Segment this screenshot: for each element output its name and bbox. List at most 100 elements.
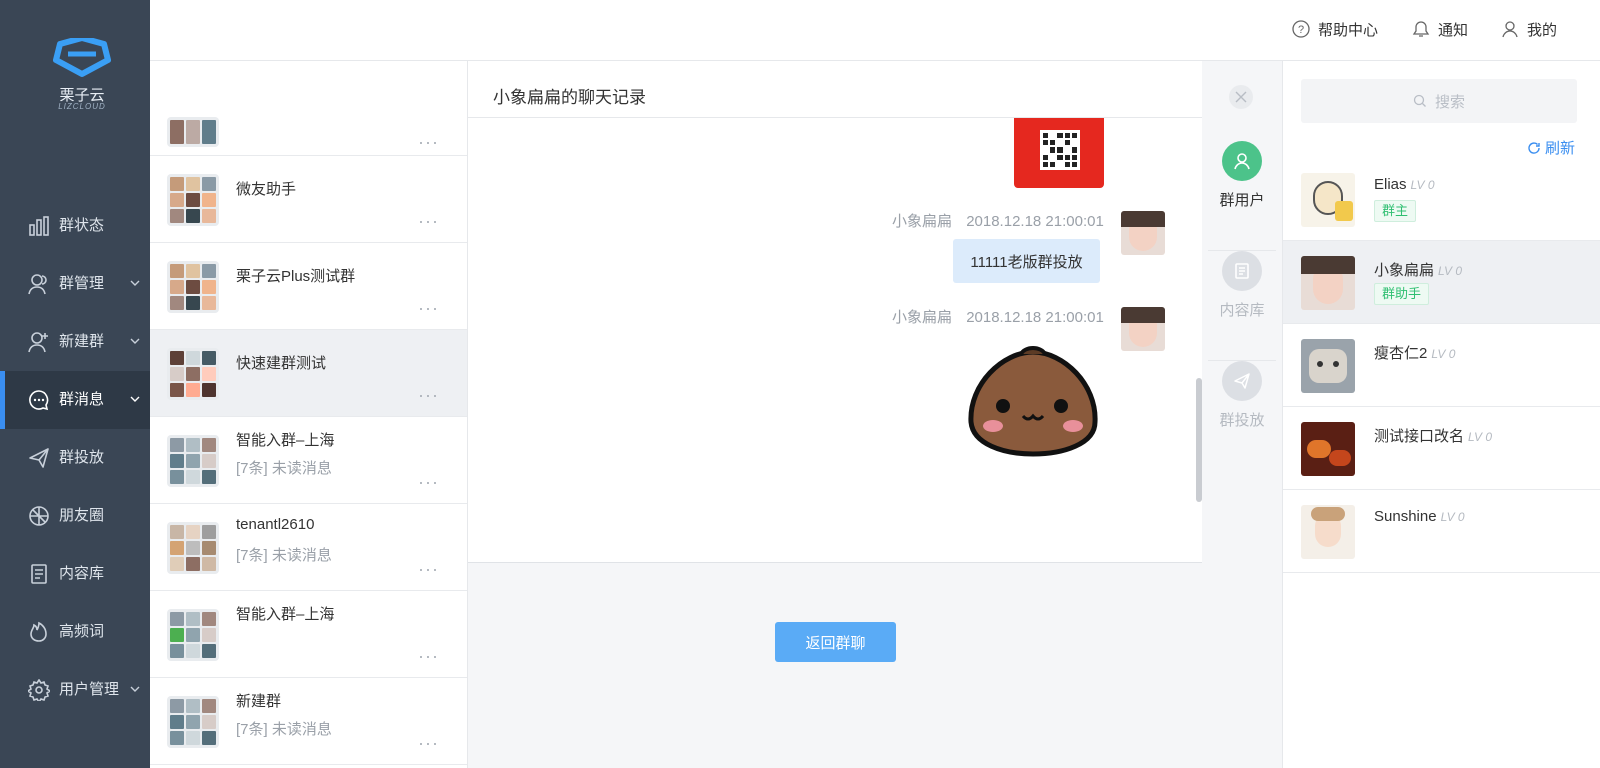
more-options-icon[interactable]: ··· bbox=[418, 647, 439, 665]
message-sender: 小象扁扁 bbox=[892, 213, 953, 230]
more-options-icon[interactable]: ··· bbox=[418, 299, 439, 317]
group-name: 栗子云Plus测试群 bbox=[236, 268, 356, 285]
chevron-down-icon bbox=[130, 686, 140, 692]
list-item[interactable]: 微友助手 ··· bbox=[150, 156, 467, 243]
tool-column: 群用户 内容库 群投放 bbox=[1202, 61, 1282, 768]
sidebar-item-hot-words[interactable]: 高频词 bbox=[0, 603, 150, 661]
group-avatar bbox=[167, 522, 219, 574]
help-center-label: 帮助中心 bbox=[1318, 21, 1379, 39]
group-name: 智能入群–上海 bbox=[236, 432, 335, 449]
more-options-icon[interactable]: ··· bbox=[418, 212, 439, 230]
role-badge: 群助手 bbox=[1374, 283, 1430, 305]
user-group-icon bbox=[28, 274, 47, 295]
more-options-icon[interactable]: ··· bbox=[418, 734, 439, 752]
user-icon bbox=[1222, 141, 1262, 181]
role-badge: 群主 bbox=[1374, 200, 1417, 222]
tool-content-library[interactable]: 内容库 bbox=[1208, 251, 1276, 361]
member-row[interactable]: Elias LV 0 群主 bbox=[1283, 158, 1600, 241]
more-options-icon[interactable]: ··· bbox=[418, 560, 439, 578]
qr-poster-image[interactable] bbox=[1014, 118, 1104, 188]
close-icon bbox=[1235, 91, 1247, 103]
member-name: 小象扁扁 LV 0 bbox=[1374, 259, 1462, 280]
tool-label: 群投放 bbox=[1219, 412, 1265, 429]
tool-group-users[interactable]: 群用户 bbox=[1208, 141, 1276, 251]
my-account-link[interactable]: 我的 bbox=[1501, 18, 1557, 40]
member-level: LV 0 bbox=[1431, 347, 1456, 361]
more-options-icon[interactable]: ··· bbox=[418, 473, 439, 491]
logo-icon bbox=[53, 35, 111, 77]
member-search-input[interactable]: 搜索 bbox=[1301, 79, 1577, 123]
refresh-button[interactable]: 刷新 bbox=[1527, 137, 1575, 158]
unread-count: [7条] 未读消息 bbox=[236, 460, 332, 477]
more-options-icon[interactable]: ··· bbox=[418, 386, 439, 404]
group-avatar bbox=[167, 117, 219, 147]
message-time: 2018.12.18 21:00:01 bbox=[966, 213, 1104, 230]
gear-icon bbox=[28, 679, 50, 701]
bell-icon bbox=[1412, 21, 1430, 37]
sidebar: 栗子云 LIZCLOUD 群状态 群管理 新建群 群消息 群投放 朋友圈 内容库… bbox=[0, 0, 150, 768]
list-item[interactable]: 快速建群测试 ··· bbox=[150, 330, 467, 417]
sidebar-item-label: 群状态 bbox=[59, 217, 105, 234]
group-avatar bbox=[167, 261, 219, 313]
group-avatar bbox=[167, 348, 219, 400]
sidebar-item-new-group[interactable]: 新建群 bbox=[0, 313, 150, 371]
sidebar-item-label: 用户管理 bbox=[59, 681, 120, 698]
svg-text:?: ? bbox=[1298, 24, 1304, 36]
sidebar-item-moments[interactable]: 朋友圈 bbox=[0, 487, 150, 545]
sidebar-item-group-status[interactable]: 群状态 bbox=[0, 197, 150, 255]
sidebar-item-user-manage[interactable]: 用户管理 bbox=[0, 661, 150, 719]
member-row[interactable]: 测试接口改名 LV 0 bbox=[1283, 407, 1600, 490]
sidebar-item-content-library[interactable]: 内容库 bbox=[0, 545, 150, 603]
message-meta: 小象扁扁 2018.12.18 21:00:01 bbox=[892, 210, 1104, 231]
member-name: 瘦杏仁2 LV 0 bbox=[1374, 342, 1455, 363]
chat-title: 小象扁扁的聊天记录 bbox=[493, 88, 646, 107]
list-item[interactable]: tenantl2610 [7条] 未读消息 ··· bbox=[150, 504, 467, 591]
more-options-icon[interactable]: ··· bbox=[418, 133, 439, 151]
brand-sub: LIZCLOUD bbox=[58, 102, 106, 111]
group-avatar bbox=[167, 609, 219, 661]
avatar bbox=[1301, 339, 1355, 393]
chestnut-sticker-image[interactable] bbox=[963, 334, 1103, 472]
chevron-down-icon bbox=[130, 396, 140, 402]
chat-bubble-icon bbox=[29, 390, 49, 411]
notification-label: 通知 bbox=[1438, 21, 1469, 39]
message-bubble[interactable]: 11111老版群投放 bbox=[953, 239, 1100, 283]
aperture-icon bbox=[29, 506, 49, 526]
member-level: LV 0 bbox=[1438, 264, 1463, 278]
bar-chart-icon bbox=[29, 216, 49, 236]
list-item[interactable]: 栗子云Plus测试群 ··· bbox=[150, 243, 467, 330]
unread-count: [7条] 未读消息 bbox=[236, 721, 332, 738]
list-item[interactable]: ··· bbox=[150, 67, 467, 156]
refresh-label: 刷新 bbox=[1545, 140, 1576, 157]
group-name: 新建群 bbox=[236, 693, 282, 710]
sidebar-item-group-broadcast[interactable]: 群投放 bbox=[0, 429, 150, 487]
help-center-link[interactable]: ? 帮助中心 bbox=[1292, 18, 1378, 40]
brand-logo[interactable]: 栗子云 LIZCLOUD bbox=[50, 35, 114, 114]
document-icon bbox=[31, 564, 47, 584]
member-row[interactable]: 瘦杏仁2 LV 0 bbox=[1283, 324, 1600, 407]
search-icon bbox=[1413, 94, 1426, 107]
chat-header: 小象扁扁的聊天记录 bbox=[468, 61, 1202, 118]
list-item[interactable]: 智能入群–上海 [7条] 未读消息 ··· bbox=[150, 417, 467, 504]
chevron-down-icon bbox=[130, 280, 140, 286]
chat-history[interactable]: 小象扁扁 2018.12.18 21:00:01 11111老版群投放 小象扁扁… bbox=[468, 118, 1202, 563]
sidebar-item-group-manage[interactable]: 群管理 bbox=[0, 255, 150, 313]
qr-code-icon bbox=[1040, 130, 1080, 170]
group-avatar bbox=[167, 174, 219, 226]
member-row[interactable]: Sunshine LV 0 bbox=[1283, 490, 1600, 573]
back-to-group-chat-button[interactable]: 返回群聊 bbox=[775, 622, 896, 662]
notification-link[interactable]: 通知 bbox=[1412, 18, 1468, 40]
sidebar-item-label: 新建群 bbox=[59, 333, 105, 350]
member-row[interactable]: 小象扁扁 LV 0 群助手 bbox=[1283, 241, 1600, 324]
tool-broadcast[interactable]: 群投放 bbox=[1208, 361, 1276, 471]
member-panel: 搜索 刷新 Elias LV 0 群主 小象扁扁 LV 0 群助手 瘦杏仁2 LV 0 bbox=[1282, 61, 1600, 768]
list-item[interactable]: 新建群 [7条] 未读消息 ··· bbox=[150, 678, 467, 765]
avatar[interactable] bbox=[1121, 211, 1165, 255]
member-name: 测试接口改名 LV 0 bbox=[1374, 425, 1492, 446]
group-avatar bbox=[167, 435, 219, 487]
close-button[interactable] bbox=[1229, 85, 1253, 109]
group-name: 快速建群测试 bbox=[236, 355, 327, 372]
sidebar-item-group-messages[interactable]: 群消息 bbox=[0, 371, 150, 429]
list-item[interactable]: 智能入群–上海 ··· bbox=[150, 591, 467, 678]
avatar[interactable] bbox=[1121, 307, 1165, 351]
